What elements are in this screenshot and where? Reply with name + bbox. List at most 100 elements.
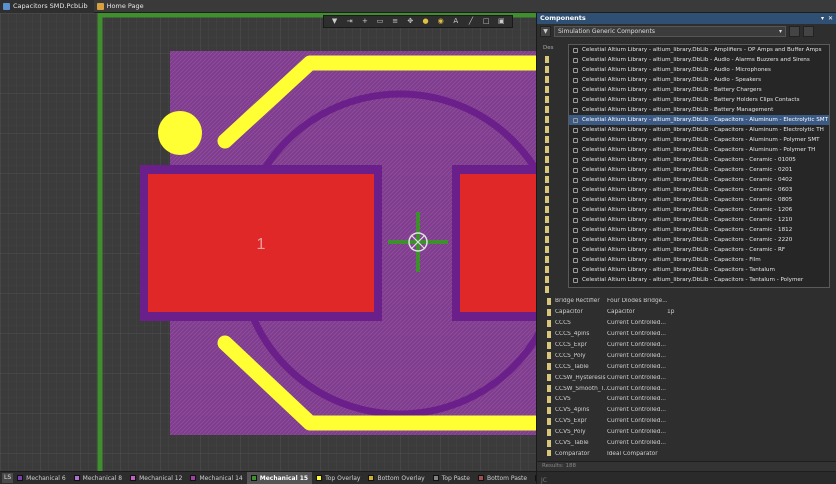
component-value: 1p: [667, 309, 675, 316]
component-row[interactable]: Comparator Ideal Comparator: [545, 448, 835, 456]
component-row[interactable]: CCSW_Hysteresis Current Controlled...: [545, 372, 835, 383]
route-icon[interactable]: ⇥: [345, 17, 354, 26]
layer-tab[interactable]: Mechanical 6: [13, 472, 69, 484]
component-row[interactable]: Bridge Rectifier Four Diodes Bridge...: [545, 296, 835, 307]
layer-tab[interactable]: Bottom Paste: [474, 472, 531, 484]
layer-color-swatch: [17, 475, 24, 481]
library-option[interactable]: Celestial Altium Library - altium_librar…: [569, 275, 829, 285]
library-option[interactable]: Celestial Altium Library - altium_librar…: [569, 225, 829, 235]
layer-tab[interactable]: Mechanical 15: [246, 472, 313, 484]
component-name: CCCS_Table: [555, 363, 589, 370]
component-row[interactable]: Capacitor Capacitor 1p: [545, 307, 835, 318]
library-option[interactable]: Celestial Altium Library - altium_librar…: [569, 175, 829, 185]
strip-rows: [543, 54, 553, 294]
list-view-icon[interactable]: [789, 26, 800, 37]
library-option[interactable]: Celestial Altium Library - altium_librar…: [569, 235, 829, 245]
component-icon: [545, 155, 549, 163]
component-row[interactable]: CCVS_Expr Current Controlled...: [545, 416, 835, 427]
line-icon[interactable]: ╱: [466, 17, 475, 26]
pcb-canvas[interactable]: 1: [0, 13, 536, 471]
plus-icon[interactable]: +: [360, 17, 369, 26]
library-option[interactable]: Celestial Altium Library - altium_librar…: [569, 45, 829, 55]
rect-icon[interactable]: □: [482, 17, 491, 26]
component-row[interactable]: CCCS_Poly Current Controlled...: [545, 350, 835, 361]
text-icon[interactable]: A: [451, 17, 460, 26]
component-icon[interactable]: ▣: [497, 17, 506, 26]
layer-tab-label: Mechanical 12: [139, 474, 183, 482]
library-option[interactable]: Celestial Altium Library - altium_librar…: [569, 65, 829, 75]
library-dropdown-list[interactable]: Celestial Altium Library - altium_librar…: [568, 44, 830, 288]
pad-2[interactable]: [460, 174, 536, 312]
layer-tab[interactable]: Top Paste: [429, 472, 474, 484]
component-row[interactable]: CCVS_Table Current Controlled...: [545, 438, 835, 449]
library-option[interactable]: Celestial Altium Library - altium_librar…: [569, 85, 829, 95]
filter-icon[interactable]: ▼: [330, 17, 339, 26]
component-icon: [545, 175, 549, 183]
library-option-label: Celestial Altium Library - altium_librar…: [582, 207, 793, 213]
layer-tabs: Mechanical 6 Mechanical 8 Mechanical 12 Mec…: [13, 472, 536, 484]
library-option-label: Celestial Altium Library - altium_librar…: [582, 217, 793, 223]
layer-tab[interactable]: Bottom Overlay: [364, 472, 428, 484]
rect-select-icon[interactable]: ▭: [376, 17, 385, 26]
tab-pcb-lib[interactable]: Capacitors SMD.PcbLib: [0, 0, 94, 13]
library-option[interactable]: Celestial Altium Library - altium_librar…: [569, 55, 829, 65]
library-option-label: Celestial Altium Library - altium_librar…: [582, 167, 793, 173]
library-select-value: Simulation Generic Components: [558, 27, 656, 35]
library-icon: [573, 227, 578, 233]
layer-tab[interactable]: Mechanical 12: [126, 472, 186, 484]
component-row[interactable]: CCCS_Table Current Controlled...: [545, 361, 835, 372]
strip-row: [543, 124, 553, 134]
library-option[interactable]: Celestial Altium Library - altium_librar…: [569, 145, 829, 155]
component-row[interactable]: CCVS_4pins Current Controlled...: [545, 405, 835, 416]
via-icon[interactable]: ●: [421, 17, 430, 26]
layer-set-button[interactable]: LS: [2, 473, 14, 483]
strip-row: [543, 154, 553, 164]
library-option[interactable]: Celestial Altium Library - altium_librar…: [569, 155, 829, 165]
library-select[interactable]: Simulation Generic Components ▾: [554, 26, 786, 37]
library-option[interactable]: Celestial Altium Library - altium_librar…: [569, 115, 829, 125]
component-row[interactable]: CCSW_Smooth_T... Current Controlled...: [545, 383, 835, 394]
library-option[interactable]: Celestial Altium Library - altium_librar…: [569, 75, 829, 85]
layer-color-swatch: [432, 475, 439, 481]
library-option[interactable]: Celestial Altium Library - altium_librar…: [569, 125, 829, 135]
component-row[interactable]: CCCS_4pins Current Controlled...: [545, 329, 835, 340]
filter-icon[interactable]: ▼: [540, 26, 551, 37]
component-desc: Current Controlled...: [607, 320, 666, 327]
library-option[interactable]: Celestial Altium Library - altium_librar…: [569, 105, 829, 115]
pad-icon[interactable]: ◉: [436, 17, 445, 26]
library-option[interactable]: Celestial Altium Library - altium_librar…: [569, 205, 829, 215]
component-row[interactable]: CCCS_Expr Current Controlled...: [545, 340, 835, 351]
detail-view-icon[interactable]: [803, 26, 814, 37]
library-option[interactable]: Celestial Altium Library - altium_librar…: [569, 255, 829, 265]
library-option[interactable]: Celestial Altium Library - altium_librar…: [569, 165, 829, 175]
library-icon: [573, 277, 578, 283]
library-option[interactable]: Celestial Altium Library - altium_librar…: [569, 245, 829, 255]
layer-tab-bar: LS Mechanical 6 Mechanical 8 Mechanical 12…: [0, 471, 536, 484]
move-icon[interactable]: ✥: [406, 17, 415, 26]
library-option[interactable]: Celestial Altium Library - altium_librar…: [569, 265, 829, 275]
align-icon[interactable]: ≡: [391, 17, 400, 26]
library-icon: [573, 157, 578, 163]
component-row[interactable]: CCCS Current Controlled...: [545, 318, 835, 329]
panel-close-button[interactable]: ✕: [828, 13, 833, 24]
component-desc: Current Controlled...: [607, 429, 666, 436]
library-option[interactable]: Celestial Altium Library - altium_librar…: [569, 185, 829, 195]
library-option[interactable]: Celestial Altium Library - altium_librar…: [569, 135, 829, 145]
layer-tab[interactable]: Top Overlay: [312, 472, 364, 484]
strip-row: [543, 184, 553, 194]
layer-tab[interactable]: Mechanical 8: [70, 472, 126, 484]
tab-home-page[interactable]: Home Page: [94, 0, 150, 13]
component-row[interactable]: CCVS Current Controlled...: [545, 394, 835, 405]
panel-footer: JC: [537, 471, 836, 484]
pad-1-label: 1: [257, 236, 266, 253]
library-option-label: Celestial Altium Library - altium_librar…: [582, 187, 793, 193]
layer-tab[interactable]: Mechanical 14: [186, 472, 246, 484]
panel-menu-button[interactable]: ▾: [821, 13, 824, 24]
library-option[interactable]: Celestial Altium Library - altium_librar…: [569, 95, 829, 105]
library-icon: [573, 97, 578, 103]
library-option[interactable]: Celestial Altium Library - altium_librar…: [569, 195, 829, 205]
component-name: CCSW_Smooth_T...: [555, 385, 607, 392]
component-row[interactable]: CCVS_Poly Current Controlled...: [545, 427, 835, 438]
component-name: Bridge Rectifier: [555, 298, 600, 305]
library-option[interactable]: Celestial Altium Library - altium_librar…: [569, 215, 829, 225]
